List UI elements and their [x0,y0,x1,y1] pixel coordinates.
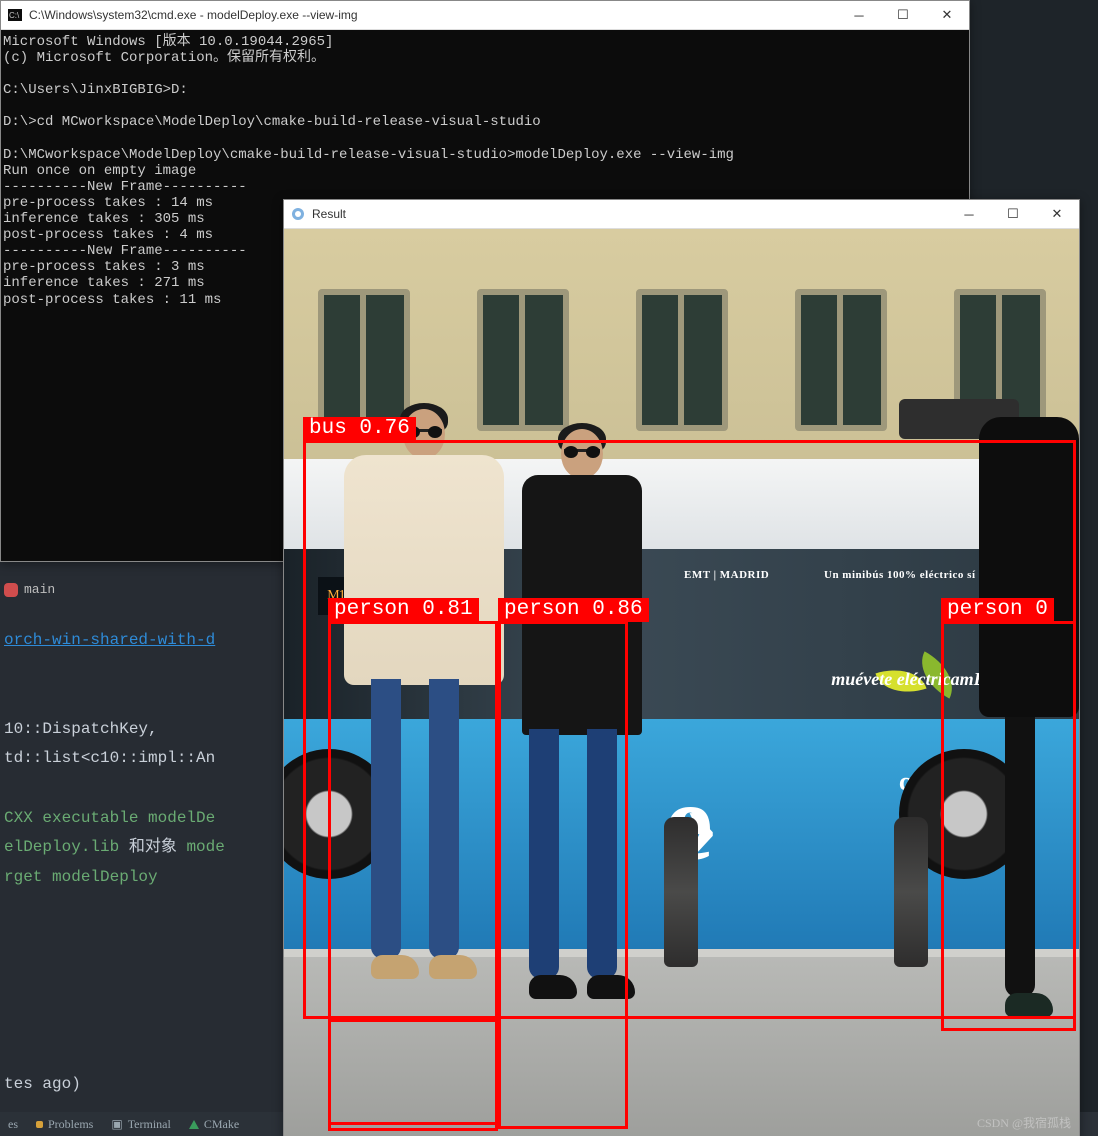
result-window: Result ─ ☐ ✕ M1 SOL/SEVILLA EMT | MADRID… [283,199,1080,1136]
status-terminal[interactable]: ▣Terminal [111,1117,171,1132]
cmd-titlebar[interactable]: C:\ C:\Windows\system32\cmd.exe - modelD… [1,1,969,30]
ide-background: main orch-win-shared-with-d 10::Dispatch… [0,560,292,1136]
ide-line: 10::DispatchKey, [4,715,288,745]
ide-line: td::list<c10::impl::An [4,744,288,774]
detection-box: person 0.86 [498,621,628,1129]
svg-text:C:\: C:\ [9,11,20,20]
result-image: M1 SOL/SEVILLA EMT | MADRID Un minibús 1… [284,229,1079,1136]
ide-line: elDeploy.lib [4,838,129,856]
status-cmake[interactable]: CMake [189,1117,239,1132]
detection-label: bus 0.76 [303,417,416,441]
terminal-icon: ▣ [111,1117,122,1132]
watermark: CSDN @我宿孤栈 [977,1114,1071,1131]
cmd-icon: C:\ [7,7,23,23]
ide-link[interactable]: orch-win-shared-with-d [4,631,215,649]
cmake-icon [189,1120,199,1129]
ide-line: mode [186,838,224,856]
cmd-title: C:\Windows\system32\cmd.exe - modelDeplo… [29,8,837,22]
detection-box: person 0 [941,621,1076,1031]
result-title: Result [312,207,947,221]
ide-line: 和对象 [129,838,187,856]
status-problems[interactable]: Problems [36,1117,93,1132]
detection-label: person 0.81 [328,598,479,622]
result-titlebar[interactable]: Result ─ ☐ ✕ [284,200,1079,229]
status-es[interactable]: es [8,1117,18,1132]
minimize-button[interactable]: ─ [837,1,881,29]
branch-icon [4,583,18,597]
detection-label: person 0.86 [498,598,649,622]
detection-box [328,1019,498,1125]
maximize-button[interactable]: ☐ [991,200,1035,228]
close-button[interactable]: ✕ [925,1,969,29]
maximize-button[interactable]: ☐ [881,1,925,29]
warning-icon [36,1121,43,1128]
ide-line: CXX executable modelDe [4,804,288,834]
app-icon [290,206,306,222]
detection-label: person 0 [941,598,1054,622]
branch-name: main [24,578,55,602]
vcs-branch[interactable]: main [4,578,288,602]
ide-line: rget modelDeploy [4,863,288,893]
ide-line: tes ago) [4,1070,288,1100]
minimize-button[interactable]: ─ [947,200,991,228]
close-button[interactable]: ✕ [1035,200,1079,228]
